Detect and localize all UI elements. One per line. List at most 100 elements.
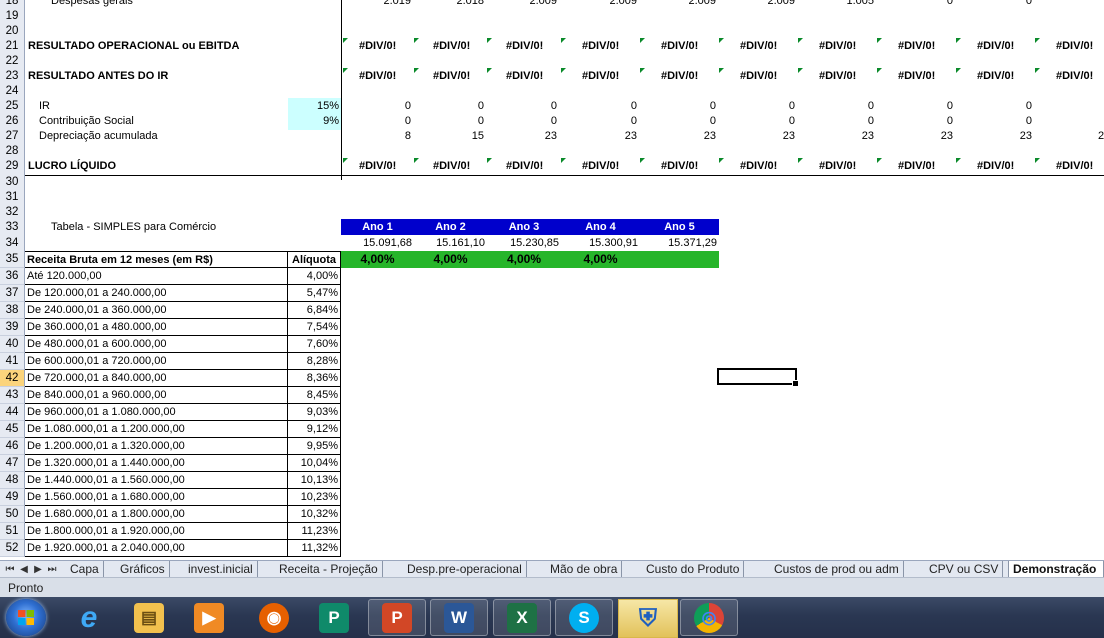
simples-range[interactable]: De 600.000,01 a 720.000,00 <box>25 353 288 370</box>
value-cell[interactable]: #DIV/0! <box>1056 158 1104 175</box>
taskbar-explorer[interactable]: ▤ <box>120 599 178 636</box>
prev-sheet-icon[interactable]: ◀ <box>17 562 31 577</box>
simples-range[interactable]: De 120.000,01 a 240.000,00 <box>25 285 288 302</box>
simples-rate[interactable]: 10,04% <box>288 455 341 472</box>
row-header[interactable]: 46 <box>0 438 25 455</box>
table-title[interactable]: Tabela - SIMPLES para Comércio <box>51 219 291 236</box>
next-sheet-icon[interactable]: ▶ <box>31 562 45 577</box>
taskbar-skype[interactable]: S <box>555 599 613 636</box>
taskbar-security[interactable]: ⛨ <box>618 599 678 638</box>
taskbar-media-player[interactable]: ▶ <box>180 599 238 636</box>
spreadsheet-grid[interactable]: 18 Despesas gerais 2.019 2.018 2.009 2.0… <box>0 0 1104 560</box>
year-header[interactable]: Ano 3 <box>487 219 561 235</box>
simples-range[interactable]: De 480.000,01 a 600.000,00 <box>25 336 288 353</box>
year-header[interactable]: Ano 5 <box>640 219 719 235</box>
simples-rate[interactable]: 4,00% <box>288 268 341 285</box>
simples-range[interactable]: De 840.000,01 a 960.000,00 <box>25 387 288 404</box>
year-revenue[interactable]: 15.300,91 <box>561 235 638 252</box>
simples-rate[interactable]: 7,54% <box>288 319 341 336</box>
tab-cpv-csv[interactable]: CPV ou CSV <box>925 561 1004 577</box>
simples-range[interactable]: De 1.320.000,01 a 1.440.000,00 <box>25 455 288 472</box>
simples-rate[interactable]: 6,84% <box>288 302 341 319</box>
row-header[interactable]: 38 <box>0 302 25 319</box>
row-header[interactable]: 50 <box>0 506 25 523</box>
tab-custos-prod-adm[interactable]: Custos de prod ou adm <box>770 561 904 577</box>
year-revenue[interactable]: 15.091,68 <box>341 235 412 252</box>
simples-range[interactable]: De 1.200.000,01 a 1.320.000,00 <box>25 438 288 455</box>
taskbar-word[interactable]: W <box>430 599 488 636</box>
simples-rate[interactable]: 11,23% <box>288 523 341 540</box>
row-header[interactable]: 34 <box>0 235 25 252</box>
taskbar-powerpoint[interactable]: P <box>368 599 426 636</box>
year-revenue[interactable]: 15.371,29 <box>640 235 717 252</box>
simples-range[interactable]: Até 120.000,00 <box>25 268 288 285</box>
simples-rate[interactable]: 7,60% <box>288 336 341 353</box>
simples-rate[interactable]: 9,95% <box>288 438 341 455</box>
simples-range[interactable]: De 1.560.000,01 a 1.680.000,00 <box>25 489 288 506</box>
row-header[interactable]: 39 <box>0 319 25 336</box>
tab-capa[interactable]: Capa <box>66 561 104 577</box>
year-revenue[interactable]: 15.161,10 <box>414 235 485 252</box>
simples-rate[interactable]: 9,03% <box>288 404 341 421</box>
row-header[interactable]: 45 <box>0 421 25 438</box>
simples-range[interactable]: De 1.680.000,01 a 1.800.000,00 <box>25 506 288 523</box>
simples-rate[interactable]: 10,23% <box>288 489 341 506</box>
row-header[interactable]: 29 <box>0 158 25 175</box>
last-sheet-icon[interactable]: ⏭ <box>45 562 59 577</box>
year-header[interactable]: Ano 4 <box>561 219 640 235</box>
year-header[interactable]: Ano 2 <box>414 219 487 235</box>
simples-rate[interactable]: 8,28% <box>288 353 341 370</box>
simples-range-header[interactable]: Receita Bruta em 12 meses (em R$) <box>25 251 288 268</box>
taskbar-publisher[interactable]: P <box>305 599 363 636</box>
row-header[interactable]: 48 <box>0 472 25 489</box>
simples-range[interactable]: De 1.920.000,01 a 2.040.000,00 <box>25 540 288 557</box>
value-cell[interactable]: #DIV/0! <box>433 158 503 175</box>
simples-rate[interactable]: 5,47% <box>288 285 341 302</box>
row-header[interactable]: 37 <box>0 285 25 302</box>
row-header[interactable]: 52 <box>0 540 25 557</box>
year-revenue[interactable]: 15.230,85 <box>487 235 559 252</box>
row-header[interactable]: 44 <box>0 404 25 421</box>
taskbar-excel[interactable]: X <box>493 599 551 636</box>
row-header[interactable]: 35 <box>0 251 25 268</box>
start-button-icon[interactable] <box>6 599 46 636</box>
first-sheet-icon[interactable]: ⏮ <box>3 562 17 577</box>
row-header[interactable]: 49 <box>0 489 25 506</box>
simples-range[interactable]: De 720.000,01 a 840.000,00 <box>25 370 288 387</box>
simples-range[interactable]: De 1.440.000,01 a 1.560.000,00 <box>25 472 288 489</box>
tab-desp-pre-operacional[interactable]: Desp.pre-operacional <box>403 561 527 577</box>
simples-rate-header[interactable]: Alíquota <box>288 251 341 268</box>
row-header[interactable]: 47 <box>0 455 25 472</box>
tab-custo-do-produto[interactable]: Custo do Produto <box>642 561 745 577</box>
row-header[interactable]: 51 <box>0 523 25 540</box>
row-label[interactable]: LUCRO LÍQUIDO <box>28 158 338 175</box>
tab-mao-de-obra[interactable]: Mão de obra <box>546 561 623 577</box>
simples-rate[interactable]: 8,45% <box>288 387 341 404</box>
taskbar-internet-explorer[interactable]: e <box>60 599 118 636</box>
taskbar-firefox[interactable]: ◉ <box>245 599 303 636</box>
row-header[interactable]: 42 <box>0 370 25 387</box>
tab-invest-inicial[interactable]: invest.inicial <box>184 561 258 577</box>
row-header[interactable]: 40 <box>0 336 25 353</box>
simples-range[interactable]: De 240.000,01 a 360.000,00 <box>25 302 288 319</box>
simples-rate[interactable]: 8,36% <box>288 370 341 387</box>
simples-rate[interactable]: 10,13% <box>288 472 341 489</box>
simples-range[interactable]: De 1.800.000,01 a 1.920.000,00 <box>25 523 288 540</box>
row-header[interactable]: 33 <box>0 219 25 236</box>
tab-graficos[interactable]: Gráficos <box>116 561 170 577</box>
simples-range[interactable]: De 1.080.000,01 a 1.200.000,00 <box>25 421 288 438</box>
simples-rate[interactable]: 11,32% <box>288 540 341 557</box>
simples-range[interactable]: De 960.000,01 a 1.080.000,00 <box>25 404 288 421</box>
active-cell-selection[interactable] <box>717 368 799 387</box>
taskbar-chrome[interactable]: ◎ <box>680 599 738 636</box>
simples-rate[interactable]: 10,32% <box>288 506 341 523</box>
firefox-icon: ◉ <box>259 602 289 633</box>
simples-range[interactable]: De 360.000,01 a 480.000,00 <box>25 319 288 336</box>
simples-rate[interactable]: 9,12% <box>288 421 341 438</box>
row-header[interactable]: 43 <box>0 387 25 404</box>
tab-demonstracao[interactable]: Demonstração <box>1008 561 1104 577</box>
year-header[interactable]: Ano 1 <box>341 219 414 235</box>
row-header[interactable]: 41 <box>0 353 25 370</box>
tab-receita-projecao[interactable]: Receita - Projeção <box>275 561 383 577</box>
row-header[interactable]: 36 <box>0 268 25 285</box>
